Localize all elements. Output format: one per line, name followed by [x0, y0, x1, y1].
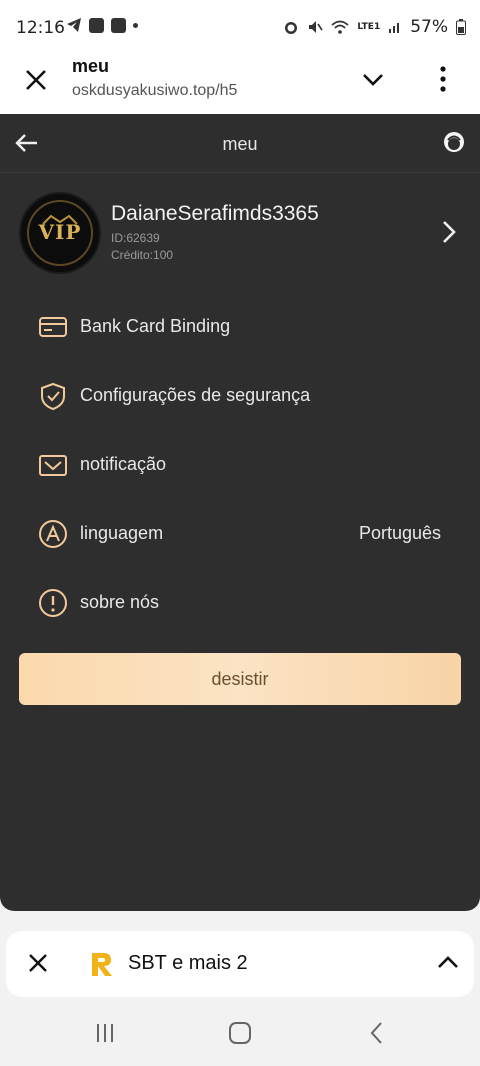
language-icon [39, 520, 67, 548]
bottom-card-title: SBT e mais 2 [128, 952, 248, 974]
app-header-title: meu [222, 134, 258, 154]
menu-item-about[interactable]: sobre nós [0, 568, 480, 637]
close-tab-icon[interactable] [22, 66, 50, 94]
app-header: meu [0, 114, 480, 173]
shield-icon [41, 382, 65, 411]
more-menu-icon[interactable] [438, 64, 448, 94]
chevron-right-icon[interactable] [440, 219, 458, 245]
menu-item-notification[interactable]: notificação [0, 430, 480, 499]
user-credit: Crédito:100 [111, 248, 174, 262]
network-type: LTE1 [357, 22, 381, 32]
user-id: ID:62639 [111, 231, 160, 245]
bottom-tab-card[interactable]: SBT e mais 2 [6, 931, 474, 997]
home-icon[interactable] [225, 1018, 255, 1048]
app-container: meu VIP DaianeSerafimds3365 ID:62639 Cré… [0, 114, 480, 911]
more-notifications-icon [133, 22, 138, 28]
vip-badge-text: VIP [38, 220, 82, 244]
telegram-icon [67, 18, 81, 32]
chevron-up-icon[interactable] [436, 951, 460, 975]
back-nav-icon[interactable] [362, 1018, 392, 1048]
language-value: Português [358, 523, 441, 543]
status-time: 12:16 [16, 18, 65, 38]
status-bar: 12:16 LTE1 57% [0, 0, 480, 56]
gallery-icon [89, 17, 104, 33]
app-notification-icon [111, 17, 126, 33]
menu-item-language[interactable]: linguagem Português [0, 499, 480, 568]
mail-icon [39, 455, 67, 476]
system-icons: LTE1 57% [283, 17, 466, 37]
recent-apps-icon[interactable] [90, 1018, 120, 1048]
browser-page-title: meu [72, 56, 110, 76]
info-icon [39, 589, 67, 617]
menu-item-bank-card[interactable]: Bank Card Binding [0, 292, 480, 361]
logout-button[interactable]: desistir [19, 653, 461, 705]
system-nav-bar [0, 1000, 480, 1066]
r-logo-icon [92, 953, 112, 976]
profile-card[interactable]: VIP DaianeSerafimds3365 ID:62639 Crédito… [0, 184, 480, 284]
menu-item-security[interactable]: Configurações de segurança [0, 361, 480, 430]
browser-url[interactable]: oskdusyakusiwo.top/h5 [72, 82, 237, 100]
notification-icons [66, 17, 138, 33]
mute-icon [309, 21, 324, 33]
battery-icon [456, 19, 466, 35]
wifi-icon [331, 20, 349, 34]
menu-item-label: linguagem [80, 523, 164, 543]
close-icon[interactable] [26, 951, 50, 975]
username: DaianeSerafimds3365 [111, 202, 319, 225]
signal-icon [389, 23, 400, 33]
battery-percent: 57% [410, 17, 448, 37]
browser-toolbar: meu oskdusyakusiwo.top/h5 [0, 56, 480, 114]
avatar: VIP [19, 192, 101, 274]
menu-item-label: Configurações de segurança [80, 385, 311, 405]
alarm-icon [285, 22, 298, 34]
menu-item-label: Bank Card Binding [80, 316, 231, 336]
menu-item-label: notificação [80, 454, 167, 474]
card-icon [39, 317, 67, 337]
customer-service-icon[interactable] [442, 130, 466, 154]
chevron-down-icon[interactable] [360, 66, 386, 92]
menu-item-label: sobre nós [80, 592, 160, 612]
